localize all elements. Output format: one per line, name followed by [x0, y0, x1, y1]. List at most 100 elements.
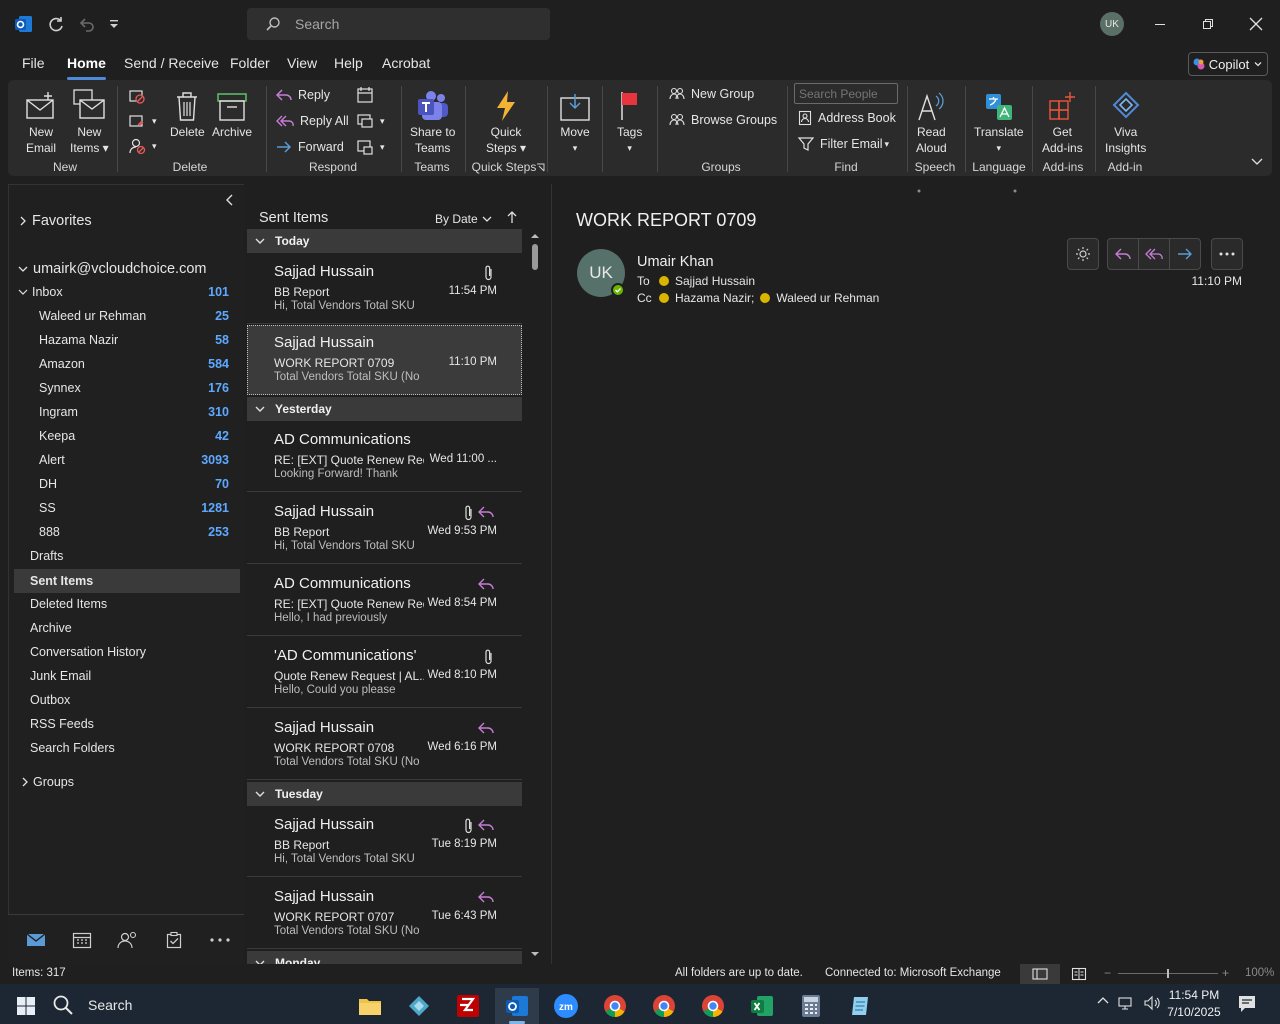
people-icon[interactable]: [116, 929, 140, 951]
forward-button[interactable]: Forward: [276, 136, 344, 158]
customize-toolbar-icon[interactable]: [104, 14, 124, 34]
zoom-app-icon[interactable]: zm: [544, 988, 588, 1024]
forward-button[interactable]: [1169, 238, 1201, 270]
start-button[interactable]: [4, 988, 48, 1024]
folder-waleed-ur-rehman[interactable]: Waleed ur Rehman 25: [9, 304, 241, 328]
tasks-icon[interactable]: [162, 929, 186, 951]
list-item[interactable]: AD Communications RE: [EXT] Quote Renew …: [247, 566, 522, 636]
new-group-button[interactable]: New Group: [669, 83, 754, 105]
folder-deleted-items[interactable]: Deleted Items: [9, 592, 241, 616]
folder-search-folders[interactable]: Search Folders: [9, 736, 241, 760]
zoom-in-button[interactable]: +: [1222, 966, 1229, 980]
recipient-name[interactable]: Sajjad Hussain: [675, 274, 755, 288]
tab-acrobat[interactable]: Acrobat: [382, 55, 430, 71]
normal-view-button[interactable]: [1020, 964, 1060, 984]
folder-junk-email[interactable]: Junk Email: [9, 664, 241, 688]
delete-button[interactable]: Delete: [170, 84, 205, 140]
new-email-button[interactable]: New Email: [24, 84, 58, 156]
more-respond-button[interactable]: ▾: [356, 136, 385, 158]
sort-direction-icon[interactable]: [507, 210, 517, 224]
recipient-name[interactable]: Hazama Nazir;: [675, 291, 754, 305]
search-input[interactable]: Search: [247, 8, 550, 40]
taskbar-search[interactable]: Search: [52, 990, 132, 1020]
meeting-reply-button[interactable]: [356, 84, 374, 106]
collapse-pane-icon[interactable]: [225, 194, 235, 206]
chrome-profile-icon[interactable]: [642, 988, 686, 1024]
copilot-button[interactable]: Copilot: [1188, 52, 1268, 76]
quick-steps-button[interactable]: Quick Steps ▾: [486, 84, 526, 156]
list-item[interactable]: Sajjad Hussain BB Report Tue 8:19 PM Hi,…: [247, 807, 522, 877]
sort-dropdown[interactable]: By Date: [435, 212, 492, 226]
folder-sent-items[interactable]: Sent Items: [14, 569, 240, 593]
ignore-button[interactable]: [128, 85, 146, 107]
mail-icon[interactable]: [24, 929, 48, 951]
file-explorer-icon[interactable]: [348, 988, 392, 1024]
outlook-taskbar-icon[interactable]: [495, 988, 539, 1024]
share-to-teams-button[interactable]: Share to Teams: [410, 84, 455, 156]
pane-resize-handle[interactable]: [1012, 188, 1018, 194]
network-icon[interactable]: [1118, 995, 1136, 1011]
tab-view[interactable]: View: [287, 55, 317, 71]
chrome-profile-icon[interactable]: [691, 988, 735, 1024]
sync-icon[interactable]: [46, 14, 66, 34]
folder-drafts[interactable]: Drafts: [9, 544, 241, 568]
move-button[interactable]: Move ▾: [559, 84, 591, 156]
browse-groups-button[interactable]: Browse Groups: [669, 109, 777, 131]
clean-up-button[interactable]: ▾: [128, 110, 157, 132]
tab-folder[interactable]: Folder: [230, 55, 270, 71]
tab-send-receive[interactable]: Send / Receive: [124, 55, 219, 71]
folder-rss-feeds[interactable]: RSS Feeds: [9, 712, 241, 736]
folder-ss[interactable]: SS 1281: [9, 496, 241, 520]
zoom-level[interactable]: 100%: [1245, 967, 1274, 979]
system-clock[interactable]: 11:54 PM 7/10/2025: [1165, 987, 1223, 1021]
volume-icon[interactable]: [1143, 995, 1161, 1011]
folder-dh[interactable]: DH 70: [9, 472, 241, 496]
viva-insights-button[interactable]: Viva Insights: [1105, 84, 1146, 156]
recipient-name[interactable]: Waleed ur Rehman: [776, 291, 879, 305]
tags-button[interactable]: Tags ▾: [617, 84, 642, 156]
group-header-today[interactable]: Today: [247, 229, 522, 253]
zoom-out-button[interactable]: −: [1104, 966, 1111, 980]
address-book-button[interactable]: Address Book: [798, 107, 896, 129]
maximize-button[interactable]: [1185, 8, 1231, 40]
favorites-header[interactable]: Favorites: [9, 209, 241, 233]
pane-resize-handle[interactable]: [916, 188, 922, 194]
folder-outbox[interactable]: Outbox: [9, 688, 241, 712]
account-header[interactable]: umairk@vcloudchoice.com: [9, 257, 241, 281]
tab-help[interactable]: Help: [334, 55, 363, 71]
list-item[interactable]: Sajjad Hussain BB Report Wed 9:53 PM Hi,…: [247, 494, 522, 564]
tab-home[interactable]: Home: [67, 55, 106, 80]
folder-amazon[interactable]: Amazon 584: [9, 352, 241, 376]
notepad-icon[interactable]: [838, 988, 882, 1024]
folder-synnex[interactable]: Synnex 176: [9, 376, 241, 400]
archive-button[interactable]: Archive: [212, 84, 252, 140]
reading-view-button[interactable]: [1071, 967, 1087, 981]
more-actions-button[interactable]: [1211, 238, 1243, 270]
filezilla-icon[interactable]: [446, 988, 490, 1024]
folder-alert[interactable]: Alert 3093: [9, 448, 241, 472]
get-addins-button[interactable]: Get Add-ins: [1042, 84, 1083, 156]
zoom-slider-thumb[interactable]: [1167, 969, 1169, 978]
list-item[interactable]: 'AD Communications' Quote Renew Request …: [247, 638, 522, 708]
filter-email-button[interactable]: Filter Email ▾: [798, 133, 889, 155]
reply-all-button[interactable]: Reply All: [276, 110, 349, 132]
group-header-monday[interactable]: Monday: [247, 951, 522, 964]
calculator-icon[interactable]: [789, 988, 833, 1024]
app-diamond-icon[interactable]: [397, 988, 441, 1024]
folder-888[interactable]: 888 253: [9, 520, 241, 544]
tab-file[interactable]: File: [22, 55, 45, 71]
reply-button[interactable]: Reply: [276, 84, 330, 106]
read-aloud-button[interactable]: Read Aloud: [916, 84, 947, 156]
list-item[interactable]: Sajjad Hussain BB Report 11:54 PM Hi, To…: [247, 254, 522, 324]
search-people-input[interactable]: [794, 83, 898, 104]
folder-conversation-history[interactable]: Conversation History: [9, 640, 241, 664]
reply-button[interactable]: [1107, 238, 1139, 270]
minimize-button[interactable]: [1137, 8, 1183, 40]
show-hidden-icons-icon[interactable]: [1097, 996, 1109, 1004]
list-item[interactable]: Sajjad Hussain WORK REPORT 0708 Wed 6:16…: [247, 710, 522, 780]
collapse-ribbon-icon[interactable]: [1250, 156, 1264, 166]
excel-icon[interactable]: [740, 988, 784, 1024]
more-apps-icon[interactable]: [208, 929, 232, 951]
folder-archive[interactable]: Archive: [9, 616, 241, 640]
list-item[interactable]: AD Communications RE: [EXT] Quote Renew …: [247, 422, 522, 492]
